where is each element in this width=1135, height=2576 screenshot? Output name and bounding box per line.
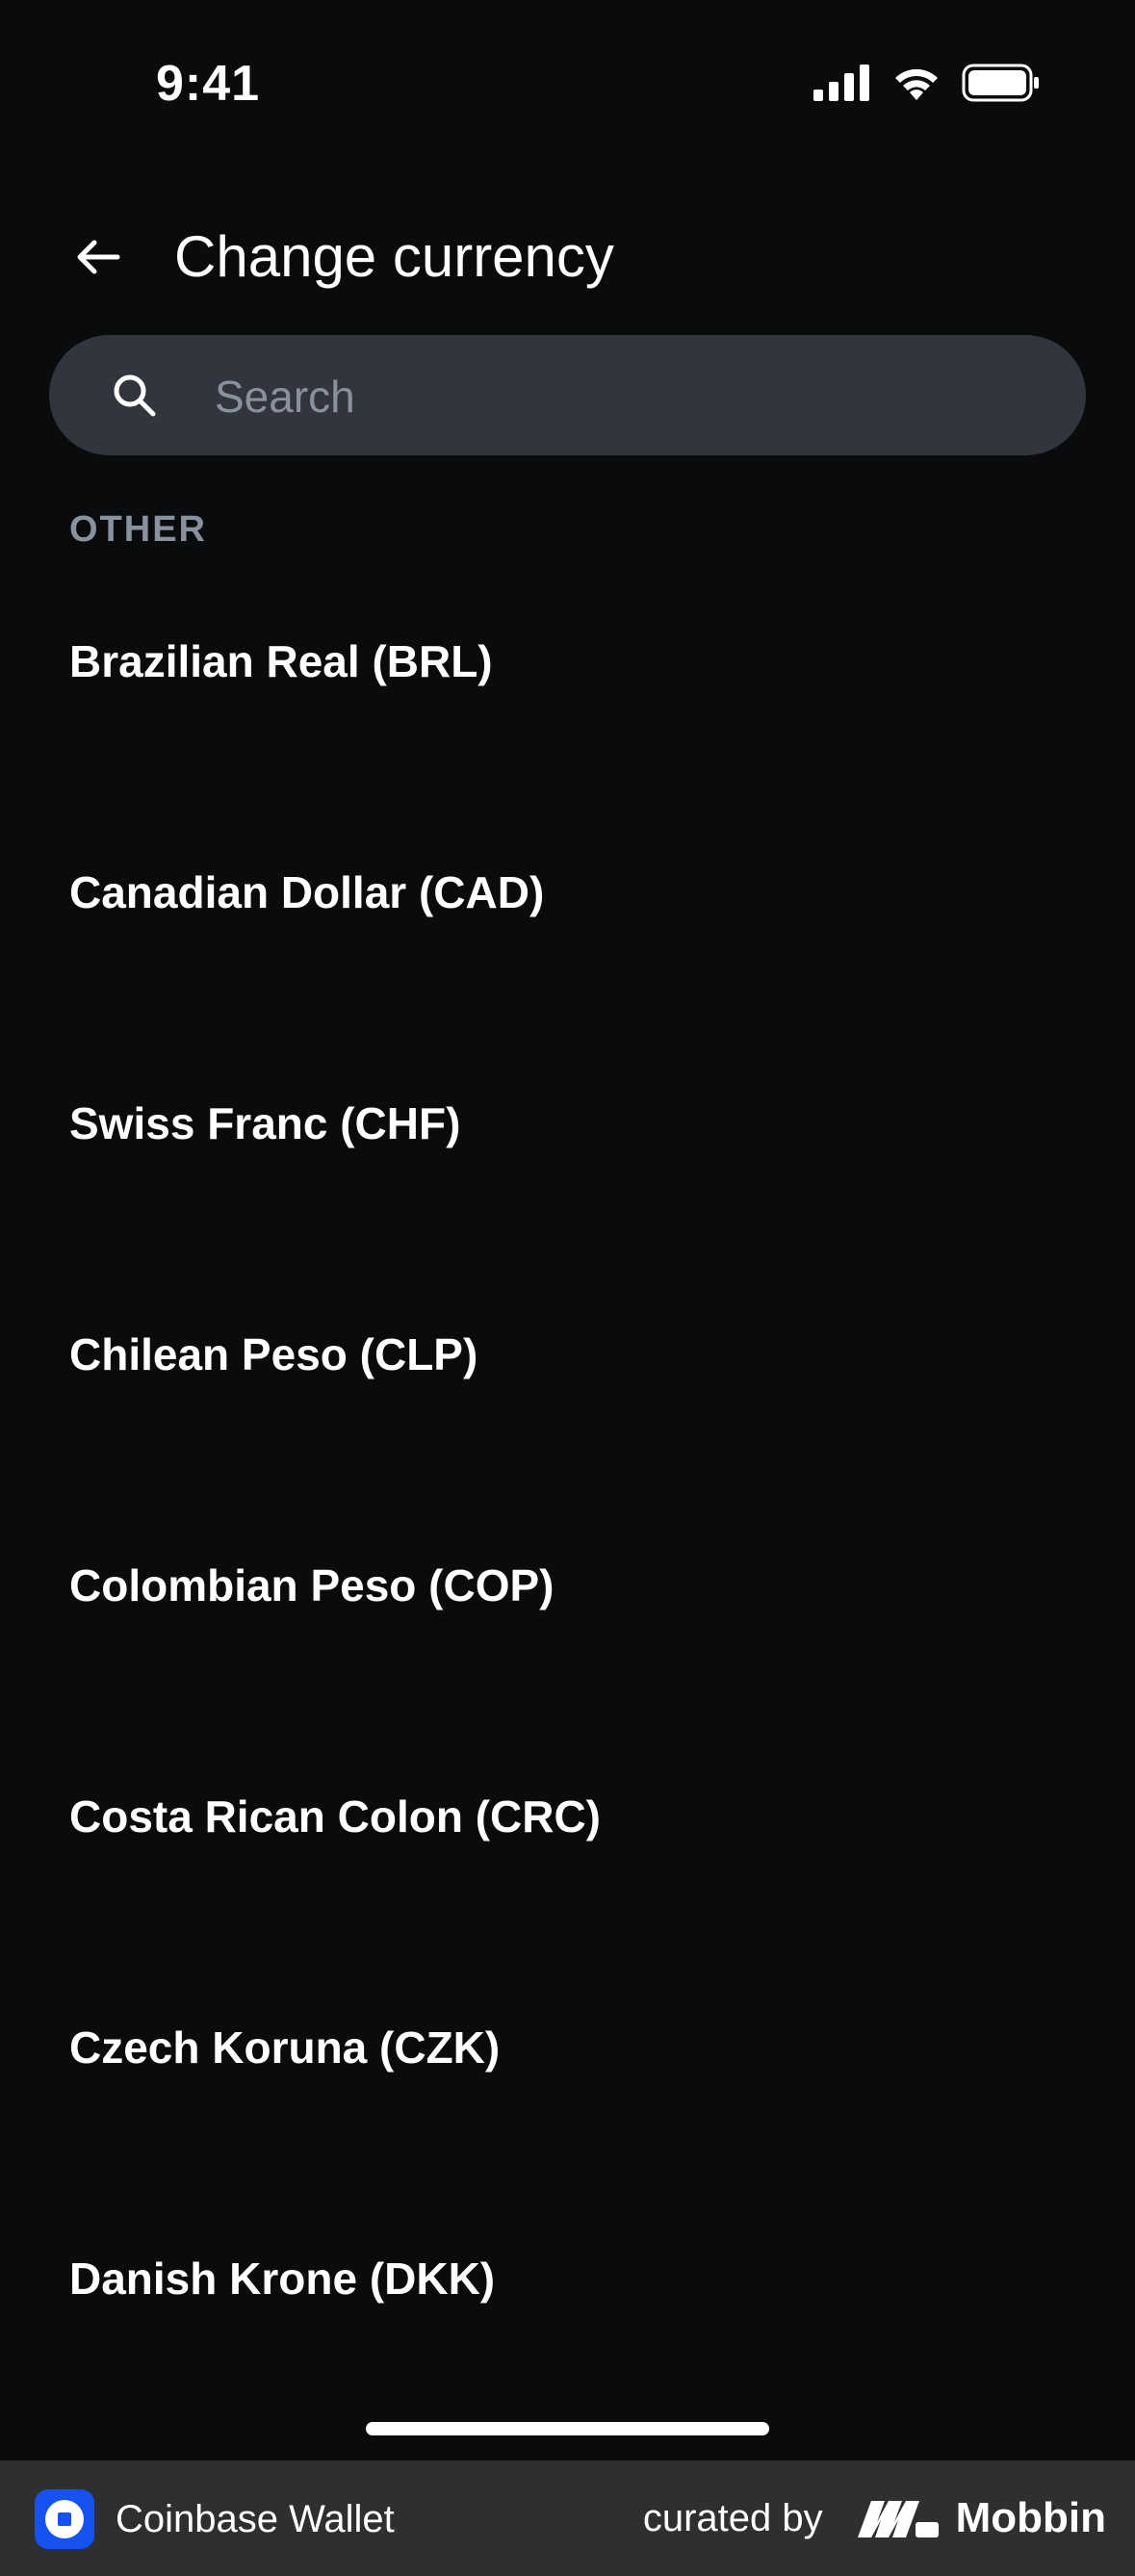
mobbin-logo-icon	[857, 2501, 939, 2537]
status-bar: 9:41	[0, 0, 1135, 164]
currency-label: Danish Krone (DKK)	[69, 2254, 496, 2304]
curated-by-label: curated by	[642, 2497, 823, 2539]
mobbin-name: Mobbin	[955, 2494, 1106, 2541]
currency-label: Canadian Dollar (CAD)	[69, 867, 545, 917]
section-header-other: OTHER	[69, 509, 207, 550]
currency-label: Swiss Franc (CHF)	[69, 1098, 461, 1148]
currency-label: Colombian Peso (COP)	[69, 1560, 555, 1610]
currency-item-cad[interactable]: Canadian Dollar (CAD)	[0, 809, 1135, 1040]
nav-header: Change currency	[0, 207, 1135, 303]
coinbase-wallet-logo-icon	[35, 2489, 94, 2549]
currency-item-dkk[interactable]: Danish Krone (DKK)	[0, 2195, 1135, 2426]
currency-item-cop[interactable]: Colombian Peso (COP)	[0, 1502, 1135, 1733]
status-time: 9:41	[156, 56, 261, 112]
footer-curated: curated by Mobbin	[643, 2489, 1106, 2547]
search-bar[interactable]	[49, 335, 1086, 455]
page-title: Change currency	[174, 224, 614, 289]
currency-item-czk[interactable]: Czech Koruna (CZK)	[0, 1964, 1135, 2195]
back-button[interactable]	[67, 226, 129, 288]
footer-app: Coinbase Wallet	[35, 2489, 395, 2549]
currency-label: Brazilian Real (BRL)	[69, 636, 493, 686]
currency-list: Brazilian Real (BRL) Canadian Dollar (CA…	[0, 578, 1135, 2426]
currency-item-clp[interactable]: Chilean Peso (CLP)	[0, 1271, 1135, 1502]
mobbin-brand: Mobbin	[856, 2489, 1106, 2547]
attribution-footer: Coinbase Wallet curated by Mobbin	[0, 2460, 1135, 2576]
currency-item-crc[interactable]: Costa Rican Colon (CRC)	[0, 1733, 1135, 1964]
home-indicator	[366, 2422, 769, 2435]
arrow-left-icon	[77, 240, 120, 274]
cellular-signal-icon	[813, 64, 869, 101]
search-input[interactable]	[213, 354, 1045, 438]
search-icon	[114, 374, 156, 417]
status-icons	[813, 64, 1041, 102]
wifi-icon	[895, 68, 938, 100]
currency-label: Czech Koruna (CZK)	[69, 2022, 501, 2073]
battery-icon	[962, 64, 1039, 102]
currency-item-chf[interactable]: Swiss Franc (CHF)	[0, 1040, 1135, 1271]
currency-label: Costa Rican Colon (CRC)	[69, 1791, 601, 1842]
currency-label: Chilean Peso (CLP)	[69, 1329, 478, 1379]
app-name: Coinbase Wallet	[116, 2498, 395, 2540]
currency-item-brl[interactable]: Brazilian Real (BRL)	[0, 578, 1135, 809]
